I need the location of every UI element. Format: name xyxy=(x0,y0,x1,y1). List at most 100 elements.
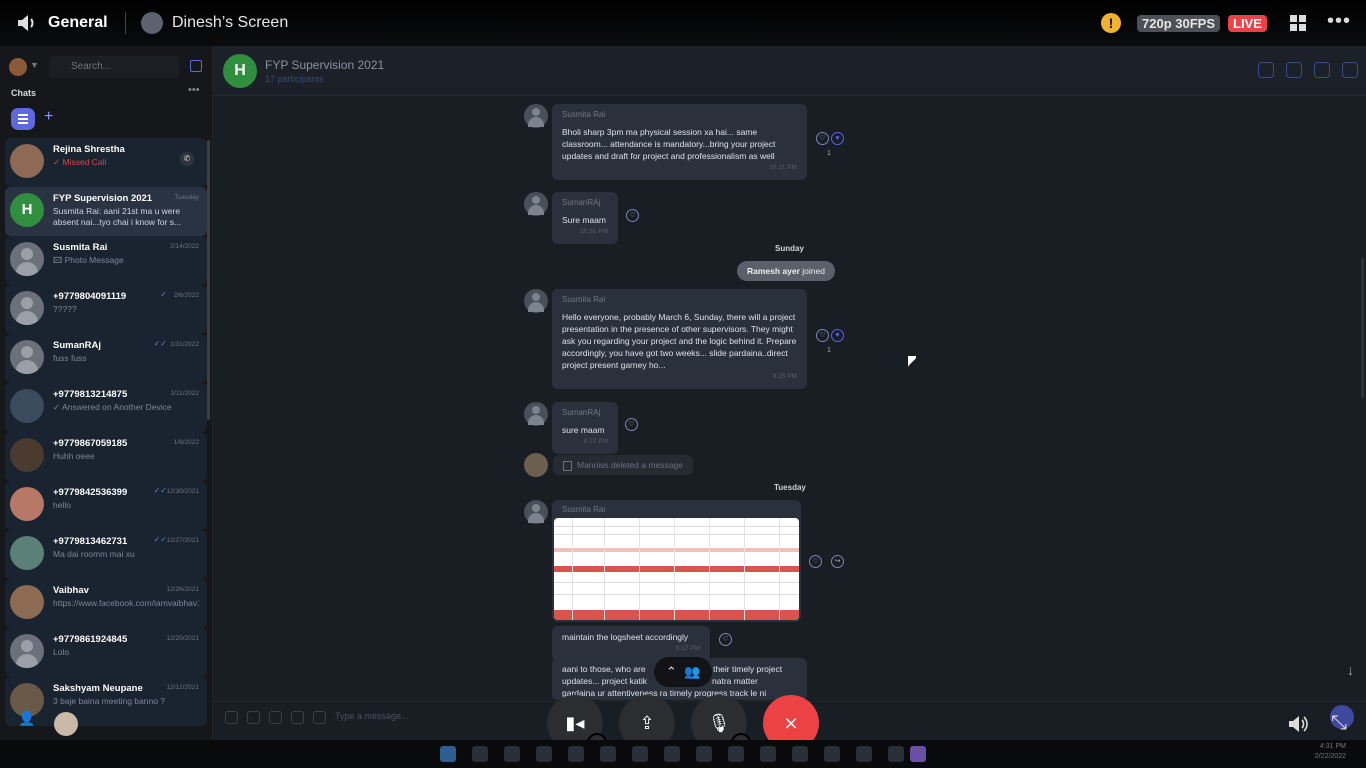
sheet-col xyxy=(709,518,710,620)
grid-view-icon[interactable] xyxy=(1290,15,1306,31)
chat-list-item[interactable]: +9779861924845 Lolo 12/20/2021 xyxy=(5,628,207,677)
search-icon[interactable] xyxy=(472,746,488,762)
logsheet-image[interactable]: 8:16 PM xyxy=(554,518,799,620)
message-sender: SumanRAj xyxy=(562,198,601,207)
new-chat-button[interactable]: + xyxy=(44,108,53,126)
app-icon[interactable] xyxy=(856,746,872,762)
app-icon[interactable] xyxy=(600,746,616,762)
stream-title: Dinesh’s Screen xyxy=(172,14,289,31)
chat-name: +9779861924845 xyxy=(53,634,128,645)
volume-icon[interactable] xyxy=(1287,715,1309,733)
windows-start-icon[interactable] xyxy=(440,746,456,762)
chat-list-item[interactable]: SumanRAj fuss fuss ✓✓ 1/31/2022 xyxy=(5,334,207,383)
task-view-icon[interactable] xyxy=(504,746,520,762)
search-input[interactable] xyxy=(49,56,179,78)
profile-avatar[interactable] xyxy=(9,58,27,76)
app-icon[interactable] xyxy=(792,746,808,762)
read-check-icon: ✓✓ xyxy=(153,486,167,495)
group-avatar[interactable]: H xyxy=(223,54,257,88)
chat-preview: ✓ Missed Call xyxy=(53,157,107,167)
app-icon[interactable] xyxy=(696,746,712,762)
day-separator: Sunday xyxy=(775,244,804,253)
stream-popout-controls[interactable]: ⌃ 👥 xyxy=(654,657,712,687)
chat-preview: hello xyxy=(53,500,71,510)
heart-icon[interactable]: ♡ xyxy=(816,132,829,145)
heart-reaction-icon[interactable]: ♥ xyxy=(831,329,844,342)
app-icon[interactable] xyxy=(728,746,744,762)
fullscreen-exit-icon[interactable]: ⤡ xyxy=(1328,712,1350,734)
read-check-icon: ✓✓ xyxy=(153,339,167,348)
chat-preview: ✓ Answered on Another Device xyxy=(53,402,172,412)
header-actions xyxy=(1258,62,1358,78)
viber-icon[interactable] xyxy=(910,746,926,762)
divider xyxy=(125,12,126,34)
heart-reaction-icon[interactable]: ♥ xyxy=(831,132,844,145)
chat-list-item[interactable]: Rejina Shrestha ✓ Missed Call ✆ xyxy=(5,138,207,187)
group-name[interactable]: FYP Supervision 2021 xyxy=(265,58,384,72)
sheet-col xyxy=(744,518,745,620)
app-icon[interactable] xyxy=(632,746,648,762)
avatar xyxy=(10,585,44,619)
app-icon[interactable] xyxy=(568,746,584,762)
chat-date: 2/6/2022 xyxy=(173,292,199,299)
voice-channel-name: General xyxy=(48,14,108,31)
video-icon[interactable] xyxy=(1314,62,1330,78)
clock-date: 2/22/2022 xyxy=(1314,753,1346,760)
forward-icon[interactable]: ↪ xyxy=(831,555,844,568)
heart-icon[interactable]: ♡ xyxy=(816,329,829,342)
compose-icon[interactable] xyxy=(190,60,202,72)
taskbar-clock[interactable]: 4:31 PM 2/22/2022 xyxy=(1315,742,1346,762)
chat-preview: Huhh oeee xyxy=(53,451,95,461)
avatar xyxy=(524,289,548,313)
add-participant-icon[interactable] xyxy=(1258,62,1274,78)
message-sender: SumanRAj xyxy=(562,408,601,417)
chat-preview: Ma dai roomm mai xu xyxy=(53,549,135,559)
warning-icon[interactable]: ! xyxy=(1101,13,1121,33)
sidebar-scrollbar[interactable] xyxy=(207,140,210,420)
message-text: maintain the logsheet accordingly xyxy=(562,632,689,642)
message-bubble: Susmita Rai Hello everyone, probably Mar… xyxy=(552,289,807,389)
heart-icon[interactable]: ♡ xyxy=(626,209,639,222)
app-icon[interactable] xyxy=(888,746,904,762)
chat-list-item[interactable]: +9779813462731 Ma dai roomm mai xu ✓✓ 12… xyxy=(5,530,207,579)
app-icon[interactable] xyxy=(536,746,552,762)
chat-name: FYP Supervision 2021 xyxy=(53,193,153,204)
phone-icon[interactable]: ✆ xyxy=(180,152,194,166)
sheet-highlight xyxy=(554,548,799,552)
joined-user: Ramesh ayer xyxy=(747,266,800,276)
app-icon[interactable] xyxy=(760,746,776,762)
chevron-down-icon[interactable]: ▼ xyxy=(30,60,39,70)
chat-list-item[interactable]: +9779813214875 ✓ Answered on Another Dev… xyxy=(5,383,207,432)
discord-icon xyxy=(141,12,163,34)
avatar xyxy=(524,192,548,216)
sheet-col xyxy=(604,518,605,620)
avatar xyxy=(10,536,44,570)
filter-list-button[interactable] xyxy=(11,108,35,130)
app-icon[interactable] xyxy=(664,746,680,762)
app-icon[interactable] xyxy=(824,746,840,762)
chat-scrollbar[interactable] xyxy=(1361,258,1364,398)
participant-count[interactable]: 17 participants xyxy=(265,74,324,84)
message-text: Hello everyone, probably March 6, Sunday… xyxy=(562,312,797,370)
phone-icon[interactable] xyxy=(1286,62,1302,78)
chat-list-item[interactable]: +9779804091119 ????? ✓ 2/6/2022 xyxy=(5,285,207,334)
chat-pane: H FYP Supervision 2021 17 participants S… xyxy=(213,46,1366,740)
heart-icon[interactable]: ♡ xyxy=(625,418,638,431)
chat-list-item[interactable]: +9779842536399 hello ✓✓ 12/30/2021 xyxy=(5,481,207,530)
more-options-icon[interactable]: ••• xyxy=(1327,10,1351,33)
info-icon[interactable] xyxy=(1342,62,1358,78)
heart-icon[interactable]: ♡ xyxy=(809,555,822,568)
day-separator: Tuesday xyxy=(774,483,806,492)
avatar xyxy=(10,144,44,178)
message-time: 8:16 PM xyxy=(766,605,793,612)
chat-list-item[interactable]: Vaibhav https://www.facebook.com/iamvaib… xyxy=(5,579,207,628)
scroll-down-icon[interactable]: ↓ xyxy=(1347,662,1354,678)
chat-list-item[interactable]: +9779867059185 Huhh oeee 1/8/2022 xyxy=(5,432,207,481)
chat-list-item[interactable]: Susmita Rai 🖾 Photo Message 2/14/2022 xyxy=(5,236,207,285)
sheet-highlight xyxy=(554,566,799,572)
message-time: 9:25 PM xyxy=(772,373,797,380)
chats-more-button[interactable]: ••• xyxy=(188,84,200,96)
chat-list-item[interactable]: H FYP Supervision 2021 Susmita Rai: aani… xyxy=(5,187,207,236)
heart-icon[interactable]: ♡ xyxy=(719,633,732,646)
chat-preview: 🖾 Photo Message xyxy=(53,255,124,265)
